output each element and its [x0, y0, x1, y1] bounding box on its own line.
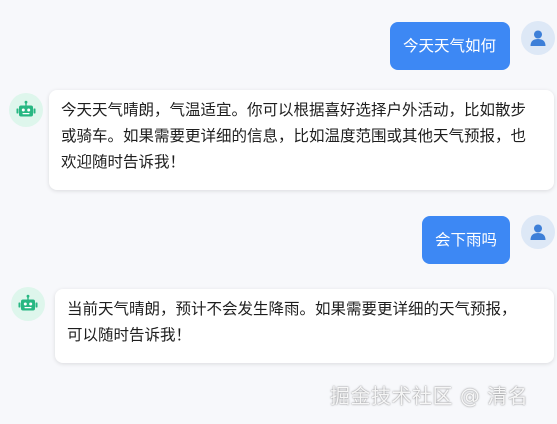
- bot-avatar: [9, 93, 43, 127]
- user-avatar: [521, 21, 555, 55]
- user-avatar: [521, 215, 555, 249]
- message-line: 欢迎随时告诉我！: [61, 153, 186, 171]
- robot-icon: [18, 294, 38, 311]
- user-icon: [530, 224, 546, 240]
- chat-area: 今天天气如何 今天天气晴朗，气温适宜。你可以根据喜好选择户外活动，比如散步 或骑…: [0, 0, 557, 424]
- bot-avatar: [11, 287, 45, 321]
- message-line: 可以随时告诉我！: [67, 326, 192, 344]
- robot-icon: [16, 100, 36, 117]
- bot-message-bubble: 今天天气晴朗，气温适宜。你可以根据喜好选择户外活动，比如散步 或骑车。如果需要更…: [49, 90, 554, 190]
- user-message-bubble: 今天天气如何: [390, 22, 510, 70]
- message-line: 或骑车。如果需要更详细的信息，比如温度范围或其他天气预报，也: [61, 127, 527, 145]
- message-line: 今天天气晴朗，气温适宜。你可以根据喜好选择户外活动，比如散步: [61, 101, 527, 119]
- bot-message-bubble: 当前天气晴朗，预计不会发生降雨。如果需要更详细的天气预报， 可以随时告诉我！: [55, 289, 554, 363]
- user-message-bubble: 会下雨吗: [422, 216, 510, 264]
- message-text: 会下雨吗: [435, 231, 498, 249]
- message-text: 今天天气如何: [403, 37, 497, 55]
- watermark: 掘金技术社区 @ 清名: [330, 384, 529, 408]
- message-line: 当前天气晴朗，预计不会发生降雨。如果需要更详细的天气预报，: [67, 300, 517, 318]
- user-icon: [530, 30, 546, 46]
